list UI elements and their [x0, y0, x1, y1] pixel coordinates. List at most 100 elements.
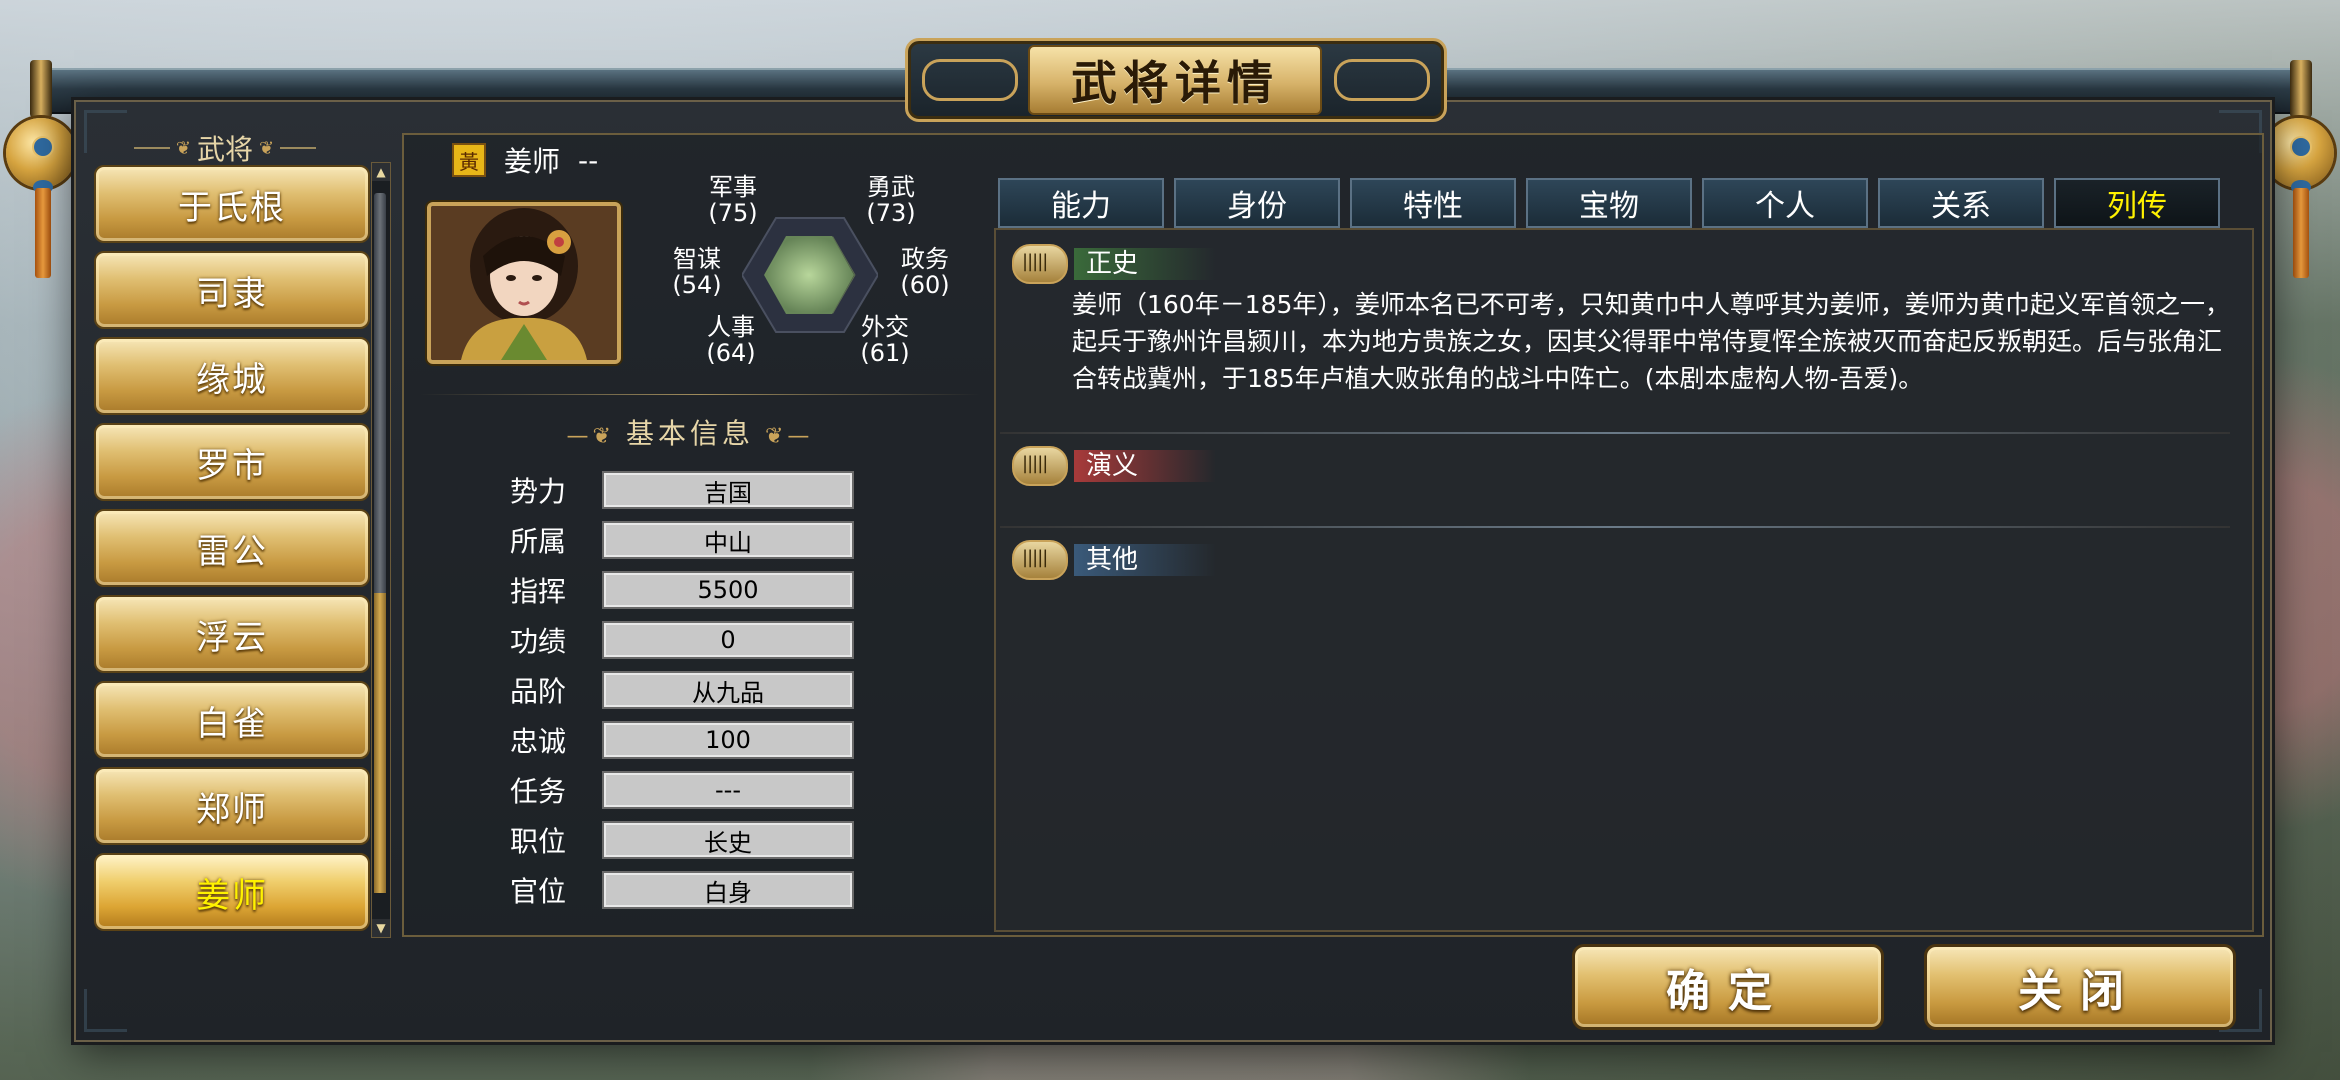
scroll-track	[374, 193, 386, 613]
stat-military-value: (75)	[708, 199, 758, 227]
stat-diplomacy: 外交 (61)	[852, 314, 918, 366]
portrait-image	[431, 206, 617, 360]
tab-personal[interactable]: 个人	[1702, 178, 1868, 228]
info-value: 长史	[602, 821, 854, 859]
info-row-rank: 品阶 从九品	[510, 670, 860, 710]
ornament-icon: —❦	[566, 424, 626, 449]
medallion-left-icon	[6, 118, 76, 188]
ornament-icon: ❦	[175, 137, 191, 159]
stat-military-label: 军事	[709, 173, 757, 201]
general-button-7[interactable]: 郑师	[94, 767, 370, 845]
stat-valor-value: (73)	[866, 199, 916, 227]
general-button-5[interactable]: 浮云	[94, 595, 370, 673]
cloud-ornament-icon	[922, 59, 1018, 101]
info-row-faction: 势力 吉国	[510, 470, 860, 510]
general-button-2[interactable]: 缘城	[94, 337, 370, 415]
faction-seal-icon: 黃	[452, 143, 486, 177]
info-label: 官位	[510, 875, 567, 908]
tab-treasure[interactable]: 宝物	[1526, 178, 1692, 228]
general-button-6[interactable]: 白雀	[94, 681, 370, 759]
history-text: 姜师（160年－185年），姜师本名已不可考，只知黄巾中人尊呼其为姜师，姜师为黄…	[1072, 290, 2230, 393]
stat-politics-label: 政务	[901, 245, 949, 273]
info-row-office: 官位 白身	[510, 870, 860, 910]
title-plate: 武将详情	[905, 38, 1447, 122]
info-row-position: 职位 长史	[510, 820, 860, 860]
general-button-8[interactable]: 姜师	[94, 853, 370, 931]
general-name-row: 黃 姜师 --	[452, 140, 598, 180]
tab-biography[interactable]: 列传	[2054, 178, 2220, 228]
general-button-1[interactable]: 司隶	[94, 251, 370, 329]
info-row-command: 指挥 5500	[510, 570, 860, 610]
section-romance-label: 演义	[1074, 450, 1216, 482]
stat-diplomacy-label: 外交	[861, 313, 909, 341]
confirm-button[interactable]: 确定	[1572, 944, 1884, 1030]
tab-ability[interactable]: 能力	[998, 178, 1164, 228]
info-row-merit: 功绩 0	[510, 620, 860, 660]
sidebar-heading-label: 武将	[196, 133, 253, 166]
info-value: 0	[602, 621, 854, 659]
tassel-right	[2293, 188, 2309, 278]
divider	[1000, 526, 2230, 528]
info-label: 任务	[510, 775, 567, 808]
info-value: ---	[602, 771, 854, 809]
close-button[interactable]: 关闭	[1924, 944, 2236, 1030]
section-history-label: 正史	[1074, 248, 1216, 280]
corner-ornament	[84, 110, 127, 153]
section-history: 正史	[1012, 244, 1216, 284]
sidebar-scrollbar[interactable]: ▲ ▼	[371, 162, 391, 938]
ornament-icon: ❦	[259, 137, 275, 159]
general-title-dash: --	[578, 143, 599, 177]
scroll-down-icon[interactable]: ▼	[372, 919, 390, 937]
rod-end-left	[30, 60, 52, 118]
scroll-ornament-icon	[1012, 540, 1068, 580]
medallion-right-icon	[2264, 118, 2334, 188]
general-button-3[interactable]: 罗市	[94, 423, 370, 501]
divider	[280, 147, 317, 149]
info-value: 中山	[602, 521, 854, 559]
basic-info-heading: —❦ 基本信息 ❦—	[520, 412, 860, 452]
scroll-thumb[interactable]	[374, 593, 386, 893]
scroll-ornament-icon	[1012, 446, 1068, 486]
info-row-loyalty: 忠诚 100	[510, 720, 860, 760]
rod-end-right	[2290, 60, 2312, 118]
info-label: 势力	[510, 475, 567, 508]
corner-ornament	[84, 989, 127, 1032]
window-title: 武将详情	[1028, 45, 1322, 115]
tab-relations[interactable]: 关系	[1878, 178, 2044, 228]
general-button-0[interactable]: 于氏根	[94, 165, 370, 243]
info-label: 品阶	[510, 675, 567, 708]
tab-identity[interactable]: 身份	[1174, 178, 1340, 228]
general-name: 姜师	[504, 145, 561, 178]
scroll-ornament-icon	[1012, 244, 1068, 284]
info-label: 功绩	[510, 625, 567, 658]
info-row-belong: 所属 中山	[510, 520, 860, 560]
info-label: 指挥	[510, 575, 567, 608]
stat-personnel-label: 人事	[707, 313, 755, 341]
stat-personnel-value: (64)	[706, 339, 756, 367]
info-value: 5500	[602, 571, 854, 609]
cloud-ornament-icon	[1334, 59, 1430, 101]
basic-info-title: 基本信息	[625, 417, 754, 450]
info-value: 100	[602, 721, 854, 759]
info-label: 职位	[510, 825, 567, 858]
sidebar-heading: ❦ 武将 ❦	[130, 130, 320, 166]
tab-traits[interactable]: 特性	[1350, 178, 1516, 228]
ornament-icon: ❦—	[754, 424, 814, 449]
stat-valor-label: 勇武	[867, 173, 915, 201]
general-button-4[interactable]: 雷公	[94, 509, 370, 587]
divider	[133, 147, 170, 149]
section-other: 其他	[1012, 540, 1216, 580]
info-value: 白身	[602, 871, 854, 909]
scroll-up-icon[interactable]: ▲	[372, 163, 390, 181]
section-other-label: 其他	[1074, 544, 1216, 576]
tassel-left	[35, 188, 51, 278]
info-value: 从九品	[602, 671, 854, 709]
stat-strategy-value: (54)	[672, 271, 722, 299]
stat-politics: 政务 (60)	[892, 246, 958, 298]
info-value: 吉国	[602, 471, 854, 509]
stat-strategy-label: 智谋	[673, 245, 721, 273]
divider	[1000, 432, 2230, 434]
info-label: 忠诚	[510, 725, 567, 758]
stat-politics-value: (60)	[900, 271, 950, 299]
stat-diplomacy-value: (61)	[860, 339, 910, 367]
